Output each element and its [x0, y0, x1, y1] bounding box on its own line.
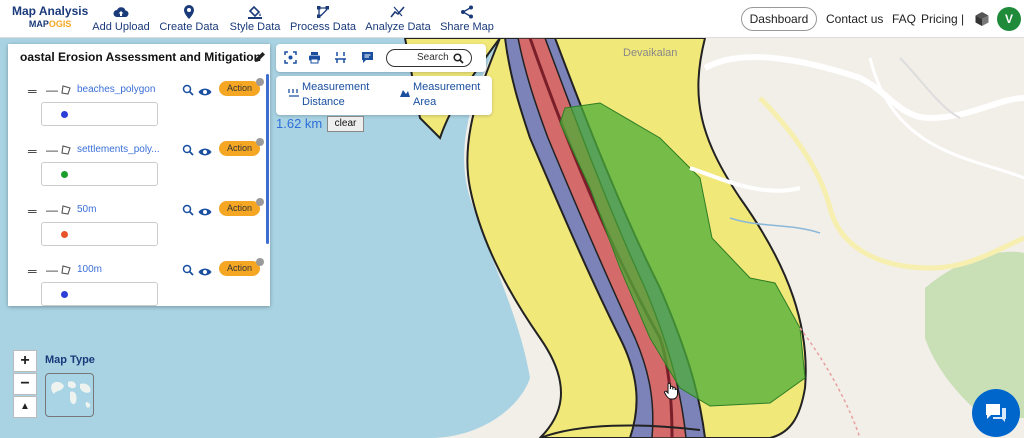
measure-distance-option[interactable]: Measurement Distance [288, 80, 369, 110]
zoom-to-layer-icon[interactable] [182, 263, 194, 281]
layer-badge [256, 138, 264, 146]
fullscreen-icon[interactable] [284, 51, 297, 69]
layer-style-swatch[interactable] [41, 282, 158, 306]
color-dot [61, 171, 68, 178]
nav-create-data[interactable]: Create Data [158, 3, 220, 34]
compass-button[interactable]: ▲ [13, 396, 37, 418]
layer-name[interactable]: beaches_polygon [77, 84, 155, 95]
nav-share-map[interactable]: Share Map [439, 3, 495, 34]
drag-handle-icon[interactable]: ═ [28, 264, 37, 278]
chat-icon [986, 404, 1006, 422]
measure-area-option[interactable]: Measurement Area [399, 80, 480, 110]
logo-subtitle: MAPOGIS [28, 19, 72, 29]
polygon-icon [60, 203, 72, 221]
layer-name[interactable]: 100m [77, 264, 102, 275]
nav-analyze-data[interactable]: Analyze Data [364, 3, 432, 34]
analyze-icon [364, 3, 432, 21]
zoom-out-button[interactable]: − [13, 373, 37, 395]
top-bar: Map Analysis MAPOGIS Add Upload Create D… [0, 0, 1024, 38]
polygon-icon [60, 83, 72, 101]
action-button[interactable]: Action [219, 141, 260, 156]
layer-style-swatch[interactable] [41, 162, 158, 186]
layer-style-swatch[interactable] [41, 222, 158, 246]
layer-row[interactable]: ═ — settlements_poly... Action [8, 138, 266, 198]
search-icon [453, 53, 464, 64]
cube-icon[interactable] [974, 11, 990, 32]
eye-icon[interactable] [198, 84, 212, 102]
ruler-icon [288, 89, 299, 97]
measure-tool-icon[interactable] [334, 51, 347, 69]
process-icon [289, 3, 357, 21]
zoom-to-layer-icon[interactable] [182, 203, 194, 221]
pencil-icon[interactable] [254, 50, 266, 68]
color-dot [61, 291, 68, 298]
pricing-link[interactable]: Pricing | [921, 12, 964, 26]
drag-handle-icon[interactable]: ═ [28, 144, 37, 158]
comment-icon[interactable] [361, 51, 374, 69]
collapse-icon[interactable]: — [46, 83, 58, 97]
hand-cursor-icon [663, 382, 679, 405]
layer-panel: oastal Erosion Assessment and Mitigation… [8, 44, 270, 306]
layer-name[interactable]: settlements_poly... [77, 144, 160, 155]
place-label: Devaikalan [623, 47, 678, 59]
avatar[interactable]: V [997, 7, 1021, 31]
layer-name[interactable]: 50m [77, 204, 96, 215]
polygon-icon [60, 263, 72, 281]
zoom-to-layer-icon[interactable] [182, 143, 194, 161]
layer-row[interactable]: ═ — 100m Action [8, 258, 266, 306]
measurement-result: 1.62 km [276, 116, 323, 131]
map-type-thumbnail[interactable] [45, 373, 94, 417]
drag-handle-icon[interactable]: ═ [28, 204, 37, 218]
eye-icon[interactable] [198, 204, 212, 222]
nav-style-data[interactable]: Style Data [227, 3, 283, 34]
faq-link[interactable]: FAQ [892, 12, 916, 26]
color-dot [61, 111, 68, 118]
drag-handle-icon[interactable]: ═ [28, 84, 37, 98]
layer-badge [256, 78, 264, 86]
collapse-icon[interactable]: — [46, 263, 58, 277]
world-map-icon [51, 381, 91, 408]
panel-scrollbar[interactable] [266, 74, 269, 244]
eye-icon[interactable] [198, 144, 212, 162]
nav-process-data[interactable]: Process Data [289, 3, 357, 34]
print-icon[interactable] [308, 51, 321, 69]
collapse-icon[interactable]: — [46, 203, 58, 217]
zoom-to-layer-icon[interactable] [182, 83, 194, 101]
map-type-label[interactable]: Map Type [45, 354, 95, 366]
contact-link[interactable]: Contact us [826, 12, 883, 26]
collapse-icon[interactable]: — [46, 143, 58, 157]
action-button[interactable]: Action [219, 81, 260, 96]
layer-style-swatch[interactable] [41, 102, 158, 126]
layer-row[interactable]: ═ — beaches_polygon Action [8, 78, 266, 138]
action-button[interactable]: Action [219, 201, 260, 216]
layer-badge [256, 258, 264, 266]
paint-bucket-icon [227, 3, 283, 21]
clear-button[interactable]: clear [327, 116, 364, 132]
dashboard-button[interactable]: Dashboard [741, 7, 817, 31]
logo-title: Map Analysis [12, 4, 89, 18]
pin-icon [158, 3, 220, 21]
area-icon [400, 90, 410, 97]
chat-button[interactable] [972, 389, 1020, 437]
zoom-in-button[interactable]: + [13, 350, 37, 372]
panel-title: oastal Erosion Assessment and Mitigation [20, 50, 261, 64]
layer-badge [256, 198, 264, 206]
action-button[interactable]: Action [219, 261, 260, 276]
cloud-upload-icon [92, 3, 150, 21]
color-dot [61, 231, 68, 238]
polygon-icon [60, 143, 72, 161]
search-button[interactable]: Search [386, 49, 472, 67]
app-logo[interactable]: Map Analysis MAPOGIS [12, 4, 88, 30]
measurement-panel: Measurement Distance Measurement Area [276, 76, 492, 115]
eye-icon[interactable] [198, 264, 212, 282]
map-toolbar: Search [276, 44, 486, 72]
nav-add-upload[interactable]: Add Upload [92, 3, 150, 34]
share-icon [439, 3, 495, 21]
layer-row[interactable]: ═ — 50m Action [8, 198, 266, 258]
